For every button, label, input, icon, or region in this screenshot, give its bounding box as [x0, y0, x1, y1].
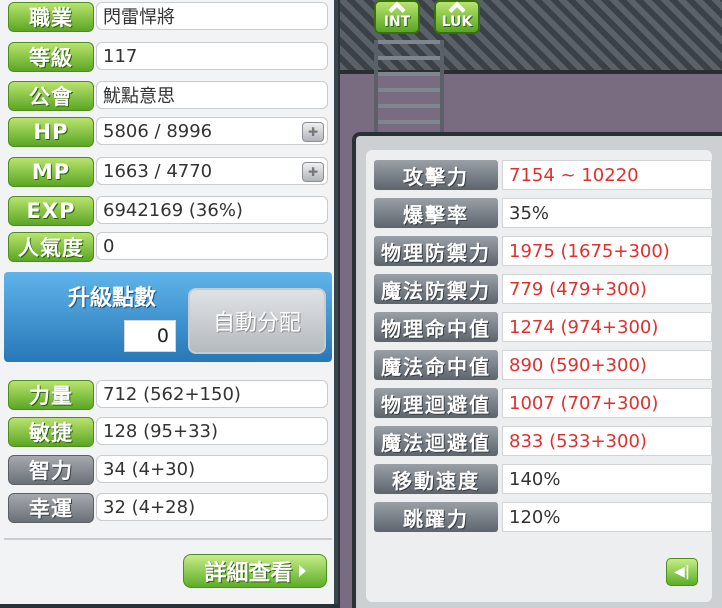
detail-value: 7154 ~ 10220 — [502, 160, 712, 190]
guild-label: 公會 — [8, 81, 94, 111]
level-label: 等級 — [8, 42, 94, 72]
mp-value: 1663 / 4770 — [96, 157, 328, 185]
mp-add-button[interactable]: ✚ — [302, 162, 324, 182]
dex-row: 敏捷 128 (95+33) — [4, 415, 332, 447]
dex-value: 128 (95+33) — [96, 417, 328, 445]
detail-row: 魔法命中值 890 (590+300) — [366, 348, 712, 382]
detail-value: 779 (479+300) — [502, 274, 712, 304]
job-row: 職業 閃雷悍將 — [4, 0, 332, 32]
mp-label: MP — [8, 157, 94, 187]
detail-row: 魔法防禦力 779 (479+300) — [366, 272, 712, 306]
stat-window-body: 職業 閃雷悍將 等級 117 公會 魷點意思 HP 5806 / 8996 ✚ … — [0, 0, 338, 604]
character-stat-window: 職業 閃雷悍將 等級 117 公會 魷點意思 HP 5806 / 8996 ✚ … — [0, 0, 340, 608]
ap-value: 0 — [124, 320, 176, 352]
detail-row: 物理迴避值 1007 (707+300) — [366, 386, 712, 420]
int-stat-label: 智力 — [8, 455, 94, 485]
detail-value: 833 (533+300) — [502, 426, 712, 456]
detail-row: 移動速度 140% — [366, 462, 712, 496]
detail-view-label: 詳細查看 — [204, 561, 293, 586]
str-label: 力量 — [8, 380, 94, 410]
level-row: 等級 117 — [4, 40, 332, 72]
str-row: 力量 712 (562+150) — [4, 378, 332, 410]
detail-label: 魔法迴避值 — [374, 426, 498, 456]
fame-value: 0 — [96, 232, 328, 260]
collapse-arrow-icon: ◀| — [674, 564, 690, 580]
int-value: 34 (4+30) — [96, 455, 328, 483]
ability-points-panel: 升級點數 0 自動分配 — [4, 272, 332, 362]
ap-title: 升級點數 — [68, 286, 157, 311]
detail-label: 魔法命中值 — [374, 350, 498, 380]
mp-value-text: 1663 / 4770 — [103, 160, 213, 182]
detail-value: 35% — [502, 198, 712, 228]
arrow-right-icon — [298, 565, 306, 577]
plus-icon: ✚ — [307, 165, 319, 179]
hp-value: 5806 / 8996 — [96, 117, 328, 145]
detail-value: 1274 (974+300) — [502, 312, 712, 342]
detail-label: 跳躍力 — [374, 502, 498, 532]
detail-label: 物理迴避值 — [374, 388, 498, 418]
luk-stat-label: 幸運 — [8, 493, 94, 523]
detail-row: 攻擊力 7154 ~ 10220 — [366, 158, 712, 192]
detail-value: 1975 (1675+300) — [502, 236, 712, 266]
chevron-up-icon — [389, 4, 405, 14]
hp-value-text: 5806 / 8996 — [103, 120, 213, 142]
detail-value: 890 (590+300) — [502, 350, 712, 380]
hp-add-button[interactable]: ✚ — [302, 122, 324, 142]
divider — [4, 538, 332, 540]
collapse-button[interactable]: ◀| — [666, 558, 698, 586]
detail-row: 物理命中值 1274 (974+300) — [366, 310, 712, 344]
luk-value: 32 (4+28) — [96, 493, 328, 521]
detail-label: 物理防禦力 — [374, 236, 498, 266]
level-value: 117 — [96, 42, 328, 70]
fame-row: 人氣度 0 — [4, 230, 332, 262]
str-value: 712 (562+150) — [96, 380, 328, 408]
detail-value: 120% — [502, 502, 712, 532]
detail-row: 跳躍力 120% — [366, 500, 712, 534]
detail-view-button[interactable]: 詳細查看 — [183, 554, 327, 588]
detail-value: 1007 (707+300) — [502, 388, 712, 418]
int-row: 智力 34 (4+30) — [4, 453, 332, 485]
dex-label: 敏捷 — [8, 417, 94, 447]
auto-assign-button[interactable]: 自動分配 — [188, 288, 326, 354]
chevron-up-icon — [449, 4, 465, 14]
detail-label: 物理命中值 — [374, 312, 498, 342]
add-luk-button[interactable]: LUK — [434, 0, 480, 34]
guild-value: 魷點意思 — [96, 81, 328, 109]
detail-row: 魔法迴避值 833 (533+300) — [366, 424, 712, 458]
add-int-button[interactable]: INT — [374, 0, 420, 34]
detail-label: 移動速度 — [374, 464, 498, 494]
exp-row: EXP 6942169 (36%) — [4, 194, 332, 226]
detail-row: 爆擊率 35% — [366, 196, 712, 230]
mp-row: MP 1663 / 4770 ✚ — [4, 155, 332, 187]
job-value: 閃雷悍將 — [96, 2, 328, 30]
hp-row: HP 5806 / 8996 ✚ — [4, 115, 332, 147]
hp-label: HP — [8, 117, 94, 147]
detail-label: 爆擊率 — [374, 198, 498, 228]
exp-label: EXP — [8, 196, 94, 226]
guild-row: 公會 魷點意思 — [4, 79, 332, 111]
luk-row: 幸運 32 (4+28) — [4, 491, 332, 523]
detail-label: 魔法防禦力 — [374, 274, 498, 304]
plus-icon: ✚ — [307, 125, 319, 139]
detail-value: 140% — [502, 464, 712, 494]
exp-value: 6942169 (36%) — [96, 196, 328, 224]
fame-label: 人氣度 — [8, 232, 94, 262]
detail-label: 攻擊力 — [374, 160, 498, 190]
detail-row: 物理防禦力 1975 (1675+300) — [366, 234, 712, 268]
job-label: 職業 — [8, 2, 94, 32]
